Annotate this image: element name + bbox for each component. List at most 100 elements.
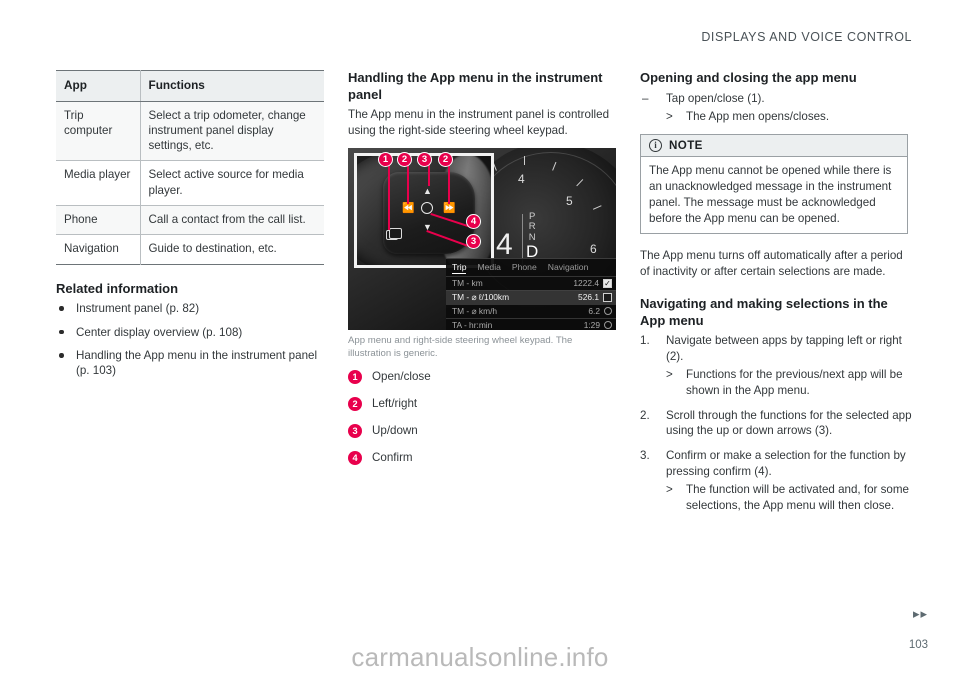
table-cell-app: Navigation [56, 234, 141, 265]
up-arrow-icon[interactable]: ▲ [423, 186, 432, 196]
checkbox-checked-icon[interactable]: ✓ [603, 278, 612, 288]
table-cell-functions: Select active source for media player. [148, 168, 304, 197]
radio-icon[interactable] [604, 321, 612, 330]
app-menu-row[interactable]: TA - hr:min 1:29 [446, 317, 616, 330]
leader-line [448, 161, 450, 204]
callout-marker-1: 1 [378, 151, 393, 167]
prnd-p: P [528, 210, 536, 222]
tab-navigation[interactable]: Navigation [548, 262, 589, 274]
step-text: Confirm or make a selection for the func… [666, 449, 906, 478]
legend-marker-1: 1 [348, 369, 362, 384]
legend-marker-4: 4 [348, 450, 362, 465]
manual-page: DISPLAYS AND VOICE CONTROL App Functions… [0, 0, 960, 677]
note-header: i NOTE [641, 134, 907, 157]
table-row: Navigation Guide to destination, etc. [56, 234, 324, 265]
callout-marker-4: 4 [466, 213, 481, 229]
app-menu-overlay: Trip Media Phone Navigation TM - km 1222… [446, 257, 616, 330]
step-number: 2. [640, 408, 650, 422]
sub-text: The function will be activated and, for … [686, 483, 909, 512]
gauge-tick-label: 5 [566, 193, 573, 208]
table-header-row: App Functions [56, 70, 324, 102]
prnd-r: R [528, 221, 536, 233]
legend-marker-3: 3 [348, 423, 362, 438]
sub-text: Functions for the previous/next app will… [686, 368, 903, 398]
dash-text: Tap open/close (1). [666, 91, 765, 105]
table-header-functions: Functions [140, 70, 324, 102]
table-cell-functions: Select a trip odometer, change instrumen… [148, 108, 306, 153]
bullet-icon [59, 306, 64, 311]
table-row: Trip computer Select a trip odometer, ch… [56, 101, 324, 161]
legend-label: Open/close [372, 369, 431, 383]
row-label: TA - hr:min [452, 320, 493, 330]
row-value: 1222.4 [573, 278, 599, 289]
sub-text: The App men opens/closes. [686, 110, 830, 124]
right-arrow-icon[interactable]: ⏩ [443, 203, 455, 214]
table-cell-functions: Guide to destination, etc. [148, 242, 277, 256]
bullet-icon [59, 353, 64, 358]
auto-off-paragraph: The App menu turns off automatically aft… [640, 249, 903, 279]
table-cell-app: Media player [56, 160, 141, 206]
step-text: Scroll through the functions for the sel… [666, 408, 912, 438]
site-watermark: carmanualsonline.info [351, 642, 609, 672]
confirm-button-icon[interactable] [421, 201, 433, 214]
result-marker-icon: > [666, 368, 673, 382]
legend-label: Up/down [372, 423, 418, 437]
step-item: 1. Navigate between apps by tapping left… [640, 333, 914, 399]
related-information-list: Instrument panel (p. 82) Center display … [56, 301, 330, 379]
illustration-legend: 1 Open/close 2 Left/right 3 Up/down 4 Co… [348, 369, 622, 465]
table-cell-functions: Call a contact from the call list. [148, 213, 306, 227]
tab-phone[interactable]: Phone [512, 262, 537, 274]
app-menu-row[interactable]: TM - ⌀ km/h 6.2 [446, 303, 616, 318]
column-middle: Handling the App menu in the instrument … [348, 70, 622, 478]
page-forward-arrows-icon[interactable]: ▸▸ [913, 606, 928, 622]
row-label: TM - km [452, 278, 483, 289]
tab-trip[interactable]: Trip [452, 262, 467, 274]
tab-media[interactable]: Media [477, 262, 500, 274]
gauge-tick [524, 155, 526, 165]
table-row: Media player Select active source for me… [56, 160, 324, 206]
related-link[interactable]: Instrument panel (p. 82) [76, 302, 199, 315]
table-cell-app: Trip computer [56, 101, 141, 161]
info-icon: i [649, 138, 662, 152]
page-header-title: DISPLAYS AND VOICE CONTROL [701, 30, 912, 44]
related-information-heading: Related information [56, 280, 179, 296]
sub-item: > The App men opens/closes. [666, 109, 914, 125]
note-title: NOTE [669, 138, 703, 152]
open-close-heading: Opening and closing the app menu [640, 70, 857, 85]
row-value: 6.2 [588, 306, 600, 317]
related-link[interactable]: Center display overview (p. 108) [76, 326, 242, 339]
legend-item: 3 Up/down [348, 423, 622, 438]
result-marker-icon: > [666, 483, 673, 497]
table-header-app: App [56, 70, 141, 102]
step-result-list: > The function will be activated and, fo… [666, 482, 914, 513]
row-value: 526.1 [578, 292, 599, 303]
table-cell-app: Phone [56, 205, 141, 235]
app-menu-row[interactable]: TM - km 1222.4 ✓ [446, 275, 616, 290]
left-arrow-icon[interactable]: ⏪ [402, 203, 414, 214]
checkbox-icon[interactable] [603, 292, 612, 302]
callout-marker-2b: 2 [438, 151, 453, 167]
list-item: Center display overview (p. 108) [56, 325, 330, 340]
note-box: i NOTE The App menu cannot be opened whi… [640, 133, 908, 235]
app-menu-row-selected[interactable]: TM - ⌀ ℓ/100km 526.1 [446, 289, 616, 304]
step-item: 2. Scroll through the functions for the … [640, 408, 914, 439]
prnd-indicator: P R N D [526, 210, 538, 260]
row-value: 1:29 [583, 320, 600, 330]
sub-item: > The function will be activated and, fo… [666, 482, 914, 513]
gear-digit: 4 [496, 227, 513, 261]
legend-item: 2 Left/right [348, 396, 622, 411]
list-item: Handling the App menu in the instrument … [56, 348, 330, 379]
step-result-list: > Functions for the previous/next app wi… [666, 367, 914, 398]
open-close-steps: – Tap open/close (1). > The App men open… [640, 91, 914, 125]
sub-item: > Functions for the previous/next app wi… [666, 367, 914, 398]
related-link[interactable]: Handling the App menu in the instrument … [76, 349, 317, 377]
apps-table: App Functions Trip computer Select a tri… [56, 70, 324, 265]
column-right: Opening and closing the app menu – Tap o… [640, 70, 914, 523]
radio-icon[interactable] [604, 307, 612, 316]
list-item: Instrument panel (p. 82) [56, 301, 330, 316]
callout-marker-2: 2 [397, 151, 412, 167]
app-menu-open-close-icon[interactable] [386, 227, 402, 240]
keypad-inset: ▲ ▼ ⏪ ⏩ [354, 152, 494, 268]
middle-intro-paragraph: The App menu in the instrument panel is … [348, 108, 610, 138]
legend-label: Confirm [372, 450, 413, 464]
